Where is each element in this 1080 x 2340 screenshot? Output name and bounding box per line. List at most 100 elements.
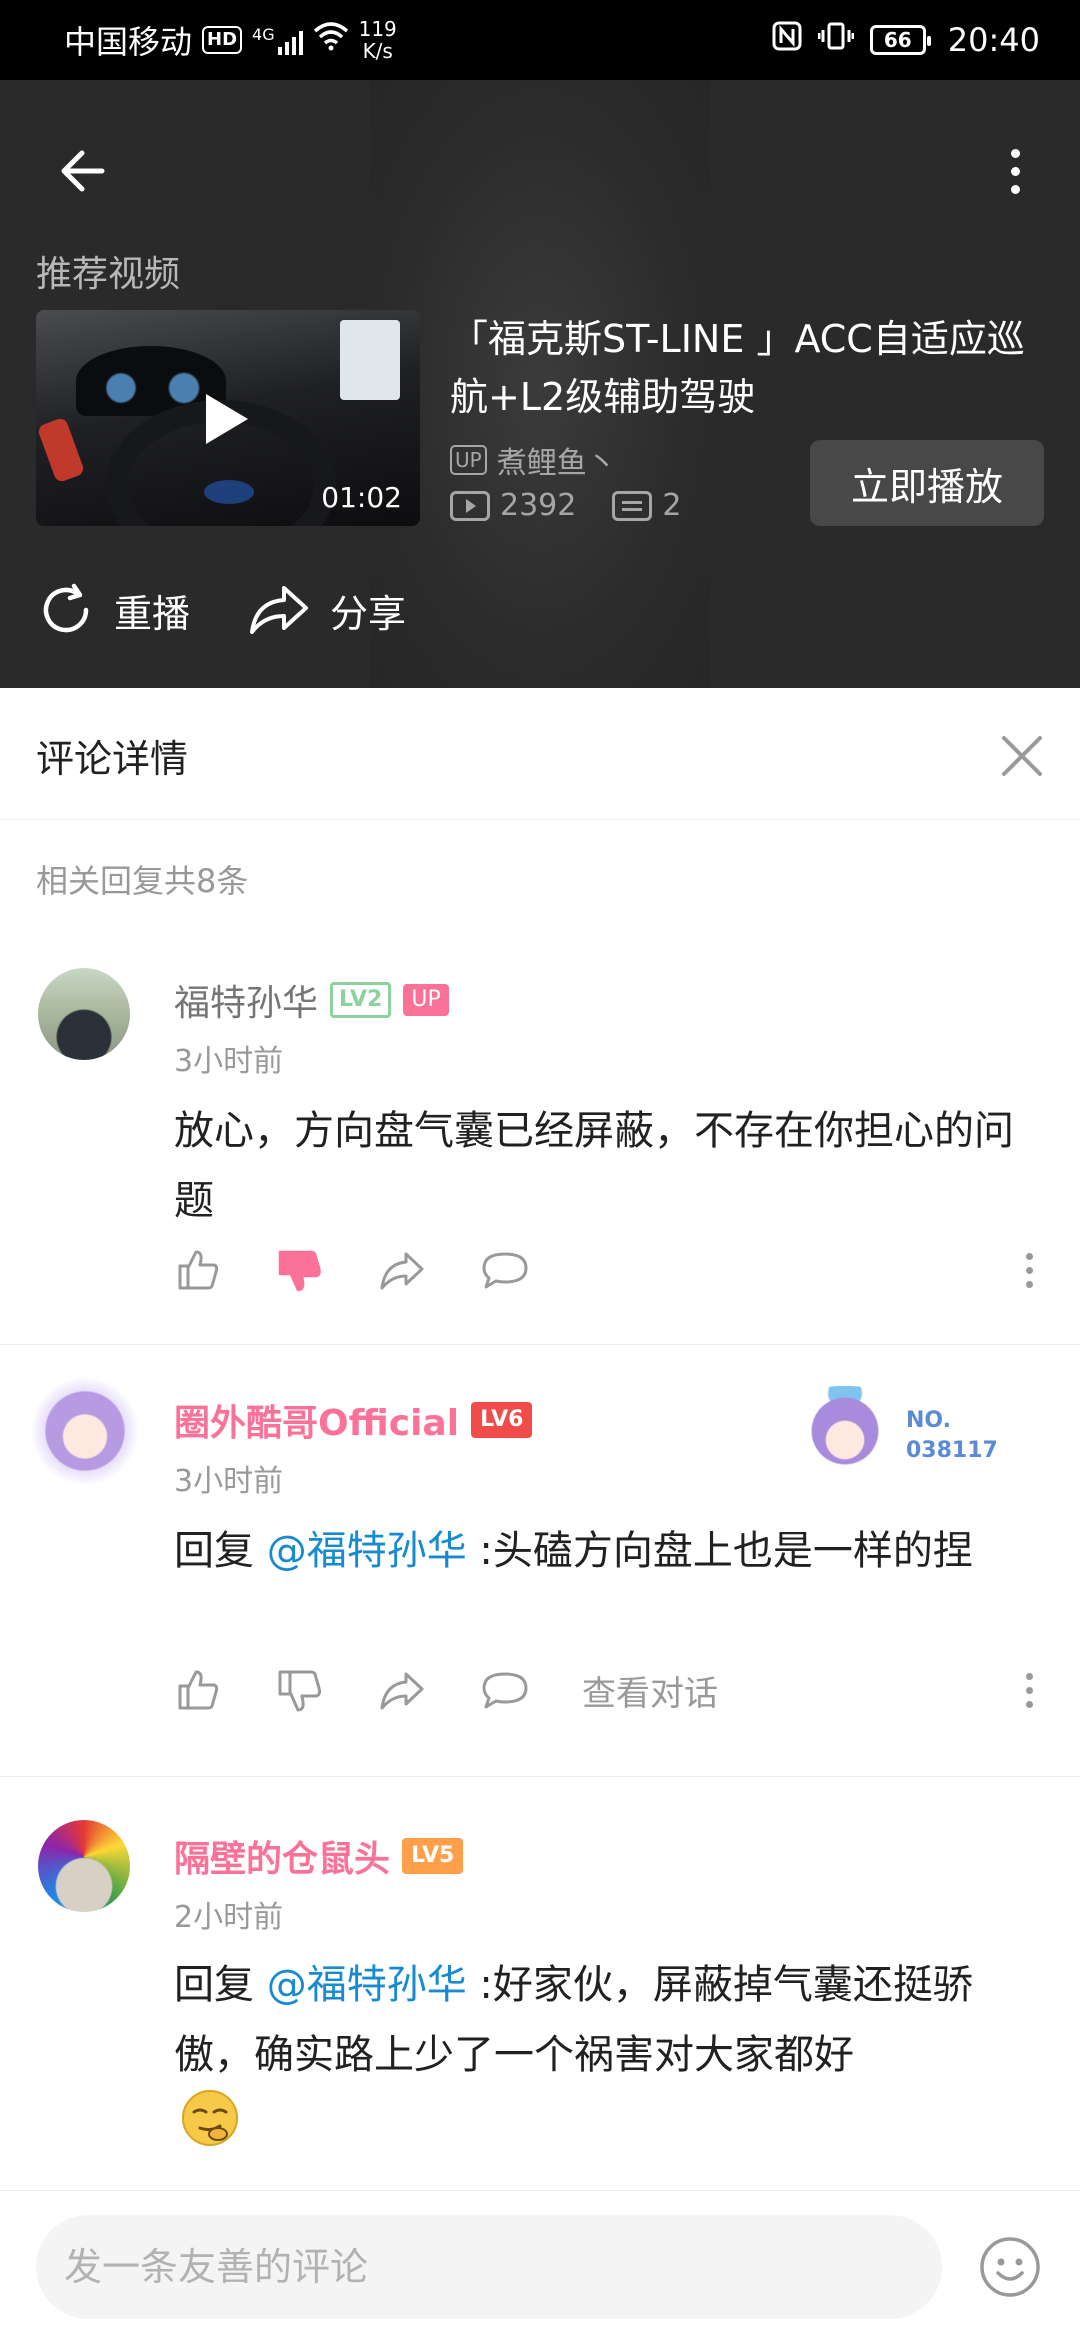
like-button[interactable] [174,1240,276,1300]
share-icon [250,586,309,634]
reply-prefix: 回复 [174,1528,267,1574]
share-button[interactable]: 分享 [246,580,406,640]
fan-badge-id: 038117 [906,1438,998,1463]
up-tag: UP [450,445,487,475]
comment-divider [0,1344,1080,1345]
replay-label: 重播 [114,591,191,636]
mention-link[interactable]: @福特孙华 [267,1528,467,1574]
thumbs-up-icon [178,1250,219,1290]
back-arrow-icon [61,150,105,192]
comment-text: 回复 @福特孙华 :好家伙，屏蔽掉气囊还挺骄傲，确实路上少了一个祸害对大家都好 [174,1950,1034,2090]
up-badge: UP [403,984,449,1016]
battery-level: 66 [883,28,912,52]
video-stats: 2392 2 [450,488,681,523]
like-button[interactable] [174,1660,276,1720]
uploader-name: 煮鲤鱼丶 [496,446,617,481]
network-speed: 119 K/s [359,18,397,62]
mention-link[interactable]: @福特孙华 [267,1962,467,2008]
speed-value: 119 [358,17,397,41]
close-button[interactable] [994,728,1050,784]
level-badge: LV2 [330,982,392,1018]
more-options-button[interactable] [980,136,1050,206]
comment-item: 隔壁的仓鼠头 LV5 2小时前 回复 @福特孙华 :好家伙，屏蔽掉气囊还挺骄傲，… [0,1808,1080,2190]
thumbnail-paddle [36,416,86,484]
nfc-icon [772,21,802,59]
view-conversation-link[interactable]: 查看对话 [582,1666,718,1715]
comment-divider [0,1776,1080,1777]
thumbnail-screen [340,320,400,400]
network-type-label: 4G [252,25,275,44]
comment-time: 3小时前 [174,1464,284,1499]
comment-time: 2小时前 [174,1900,284,1935]
share-label: 分享 [330,591,407,636]
reply-prefix: 回复 [174,1962,267,2008]
comment-more-button[interactable] [1014,1246,1044,1294]
vibrate-icon [817,21,855,59]
uploader-row[interactable]: UP 煮鲤鱼丶 [450,438,617,482]
reply-body: :头磕方向盘上也是一样的捏 [466,1528,973,1574]
speed-unit: K/s [362,39,393,63]
comment-item: 圈外酷哥Official LV6 NO. 038117 3小时前 回复 @福特孙… [0,1376,1080,1776]
replay-button[interactable]: 重播 [36,580,190,640]
emoji-face-icon [980,2237,1040,2297]
comments-count: 2 [662,488,682,523]
username: 圈外酷哥Official [174,1403,460,1444]
emoji-button[interactable] [978,2235,1042,2299]
video-title[interactable]: 「福克斯ST-LINE 」ACC自适应巡航+L2级辅助驾驶 [450,310,1050,426]
comment-more-button[interactable] [1014,1666,1044,1714]
avatar[interactable] [38,968,130,1060]
share-comment-button[interactable] [378,1660,480,1720]
video-end-panel: 推荐视频 01:02 「福克斯ST-LINE 」ACC自适应巡航+L2级辅助驾驶… [0,80,1080,688]
comment-time: 3小时前 [174,1044,284,1079]
thumbs-up-icon [178,1670,219,1710]
recommended-label: 推荐视频 [36,254,181,295]
share-icon [380,1672,424,1710]
play-now-button[interactable]: 立即播放 [810,440,1044,526]
replay-icon [43,583,89,633]
reply-button[interactable] [480,1240,582,1300]
comments-icon [612,490,653,521]
comment-user[interactable]: 圈外酷哥Official LV6 [174,1394,533,1446]
views-count: 2392 [500,488,577,523]
comment-text: 放心，方向盘气囊已经屏蔽，不存在你担心的问题 [174,1108,1014,1224]
comment-bubble-icon [482,1252,528,1289]
comment-item: 福特孙华 LV2 UP 3小时前 放心，方向盘气囊已经屏蔽，不存在你担心的问题 [0,960,1080,1344]
share-icon [380,1252,424,1290]
comment-input-bar [0,2190,1080,2340]
comment-details-header: 评论详情 [0,688,1080,820]
comment-actions [174,1240,1044,1300]
comment-text: 回复 @福特孙华 :头磕方向盘上也是一样的捏 [174,1516,1034,1586]
status-bar: 中国移动 HD 4G 119 K/s 66 20:40 [0,0,1080,80]
level-badge: LV5 [402,1838,464,1874]
comment-input[interactable] [36,2215,942,2319]
comment-details-title: 评论详情 [36,737,189,781]
thumbs-down-icon [278,1250,321,1292]
dislike-button[interactable] [276,1660,378,1720]
fan-badge[interactable]: NO. 038117 [790,1376,1010,1486]
views-icon [450,490,490,521]
share-comment-button[interactable] [378,1240,480,1300]
reply-count: 相关回复共8条 [36,862,249,900]
comment-actions: 查看对话 [174,1660,1044,1720]
hd-icon: HD [202,26,243,54]
comment-user[interactable]: 隔壁的仓鼠头 LV5 [174,1830,464,1882]
dislike-button[interactable] [276,1240,378,1300]
comment-user[interactable]: 福特孙华 LV2 UP [174,974,449,1026]
battery-icon: 66 [869,25,931,55]
level-badge: LV6 [471,1402,533,1438]
fan-badge-number: NO. 038117 [906,1406,998,1466]
username: 福特孙华 [174,983,319,1024]
back-button[interactable] [50,136,120,206]
thumbnail-logo [204,480,254,504]
video-thumbnail[interactable]: 01:02 [36,310,420,526]
close-icon [1002,736,1042,776]
smug-emoji-icon [180,2088,240,2148]
signal-icon: 4G [252,25,303,55]
avatar[interactable] [30,1376,140,1486]
fan-badge-avatar [790,1386,900,1476]
play-icon [206,394,248,444]
avatar[interactable] [38,1820,130,1912]
reply-button[interactable] [480,1660,582,1720]
carrier-label: 中国移动 [64,23,193,61]
wifi-icon [313,21,349,59]
